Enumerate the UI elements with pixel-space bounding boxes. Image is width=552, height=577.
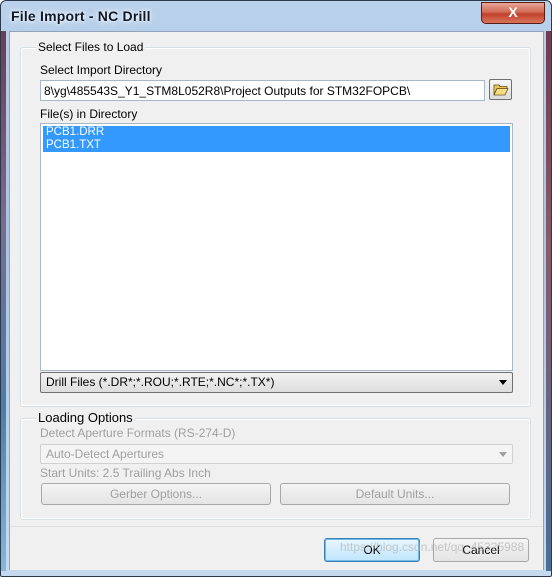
- import-directory-input[interactable]: 8\yg\485543S_Y1_STM8L052R8\Project Outpu…: [40, 80, 485, 101]
- list-item[interactable]: PCB1.DRR: [43, 126, 510, 139]
- import-directory-label: Select Import Directory: [40, 63, 163, 77]
- default-units-button[interactable]: Default Units...: [280, 483, 510, 505]
- close-button[interactable]: X: [481, 2, 545, 24]
- list-item[interactable]: PCB1.TXT: [43, 139, 510, 152]
- file-type-dropdown[interactable]: Drill Files (*.DR*;*.ROU;*.RTE;*.NC*;*.T…: [40, 372, 513, 393]
- aperture-mode-dropdown-value: Auto-Detect Apertures: [46, 447, 165, 461]
- browse-directory-button[interactable]: [489, 79, 512, 100]
- dialog-body: Select Files to Load Select Import Direc…: [9, 31, 544, 570]
- select-files-group-title: Select Files to Load: [36, 40, 146, 54]
- detect-aperture-label: Detect Aperture Formats (RS-274-D): [40, 426, 236, 440]
- watermark: https://blog.csdn.net/qq_45325988: [340, 540, 525, 554]
- window-frame: File Import - NC Drill X Select Files to…: [0, 0, 552, 577]
- window-border-right: [546, 31, 551, 571]
- file-list[interactable]: PCB1.DRR PCB1.TXT: [40, 123, 513, 371]
- window-border-left: [1, 31, 6, 571]
- files-in-directory-label: File(s) in Directory: [40, 107, 138, 121]
- gerber-options-button[interactable]: Gerber Options...: [41, 483, 271, 505]
- loading-options-group-title: Loading Options: [36, 410, 135, 425]
- chevron-down-icon: [499, 452, 507, 457]
- file-type-dropdown-value: Drill Files (*.DR*;*.ROU;*.RTE;*.NC*;*.T…: [46, 375, 275, 389]
- aperture-mode-dropdown[interactable]: Auto-Detect Apertures: [40, 444, 513, 464]
- folder-open-icon: [493, 84, 509, 96]
- close-icon: X: [508, 4, 518, 20]
- window-title: File Import - NC Drill: [11, 8, 151, 24]
- title-bar[interactable]: File Import - NC Drill X: [1, 1, 551, 31]
- start-units-label: Start Units: 2.5 Trailing Abs Inch: [40, 466, 211, 480]
- chevron-down-icon: [499, 380, 507, 385]
